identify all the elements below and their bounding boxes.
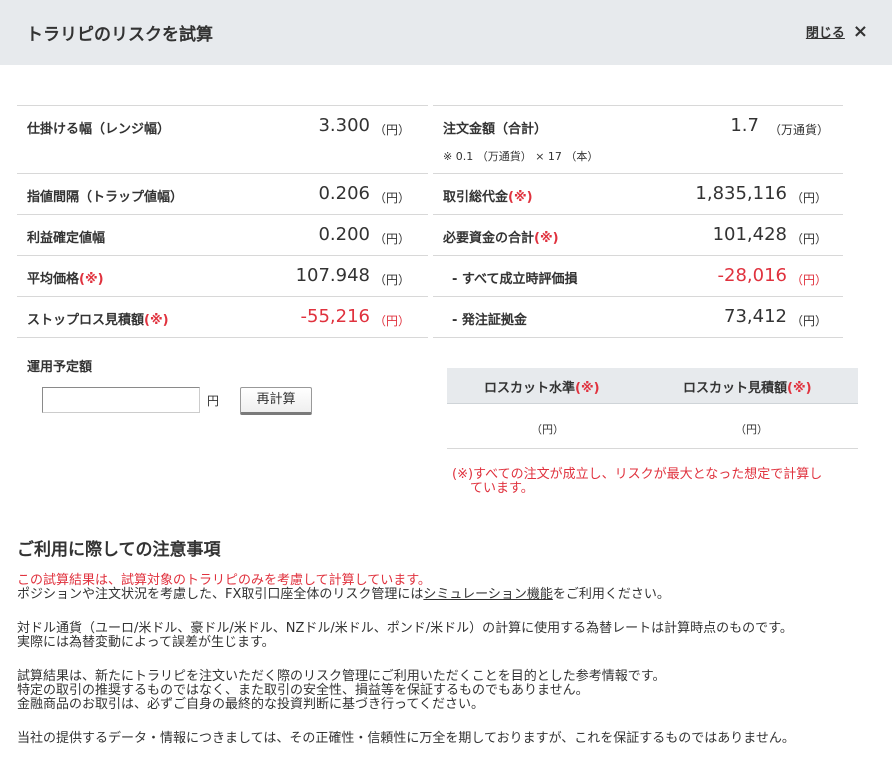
planned-amount-unit: 円 [207,394,220,408]
total-trade-value: 1,835,116 [695,183,787,204]
row-valuation-loss: - すべて成立時評価損 -28,016 （円） [433,256,843,297]
note-mark: (※) [79,272,104,287]
order-amount-unit: （万通貨） [768,123,829,137]
profit-width-value: 0.200 [318,224,370,245]
profit-width-label: 利益確定値幅 [27,231,106,246]
note-mark: (※) [144,313,169,328]
close-label[interactable]: 閉じる [806,22,845,41]
row-range-width: 仕掛ける幅（レンジ幅） 3.300 （円） [17,106,428,174]
note-mark: (※) [787,381,812,396]
average-price-text: 平均価格 [27,272,80,287]
row-profit-width: 利益確定値幅 0.200 （円） [17,215,428,256]
required-funds-unit: （円） [790,232,827,246]
row-order-margin: - 発注証拠金 73,412 （円） [433,297,843,338]
notes-p3-line1: 試算結果は、新たにトラリピを注文いただく際のリスク管理にご利用いただくことを目的… [17,669,666,684]
stop-loss-unit: （円） [373,314,410,328]
notes-p2-line1: 対ドル通貨（ユーロ/米ドル、豪ドル/米ドル、NZドル/米ドル、ポンド/米ドル）の… [17,621,793,636]
notes-title: ご利用に際しての注意事項 [17,540,221,560]
losscut-level-text: ロスカット水準 [484,381,576,396]
stop-loss-label: ストップロス見積額(※) [27,309,169,328]
losscut-table: ロスカット水準(※) ロスカット見積額(※) （円） （円） [447,368,858,449]
order-margin-value: 73,412 [724,306,787,327]
risk-footnote: (※)すべての注文が成立し、リスクが最大となった想定で計算し ています。 [452,468,862,496]
order-margin-unit: （円） [790,314,827,328]
row-trap-width: 指値間隔（トラップ値幅） 0.206 （円） [17,174,428,215]
average-price-label: 平均価格(※) [27,268,104,287]
right-summary-table: 注文金額（合計） 1.7 （万通貨） ※ 0.1 （万通貨） × 17 （本） … [433,105,843,338]
losscut-estimate-unit: （円） [735,423,768,436]
stop-loss-text: ストップロス見積額 [27,313,145,328]
simulation-link[interactable]: シミュレーション機能 [423,587,552,602]
losscut-estimate-header: ロスカット見積額(※) [683,377,812,396]
stop-loss-value: -55,216 [300,306,370,327]
row-stop-loss: ストップロス見積額(※) -55,216 （円） [17,297,428,338]
total-trade-unit: （円） [790,191,827,205]
notes-warning: この試算結果は、試算対象のトラリピのみを考慮して計算しています。 [17,573,431,588]
required-funds-text: 必要資金の合計 [443,231,535,246]
losscut-level-header: ロスカット水準(※) [484,377,600,396]
losscut-estimate-text: ロスカット見積額 [683,381,788,396]
planned-amount-label: 運用予定額 [27,360,93,375]
note-mark: (※) [575,381,600,396]
range-width-value: 3.300 [318,115,370,136]
order-margin-label: - 発注証拠金 [452,313,527,328]
range-width-label: 仕掛ける幅（レンジ幅） [27,122,171,137]
note-mark: (※) [534,231,559,246]
row-required-funds: 必要資金の合計(※) 101,428 （円） [433,215,843,256]
losscut-level-unit: （円） [531,423,564,436]
row-total-trade: 取引総代金(※) 1,835,116 （円） [433,174,843,215]
dialog-title: トラリピのリスクを試算 [26,25,213,45]
profit-width-unit: （円） [373,232,410,246]
range-width-unit: （円） [373,123,410,137]
order-amount-value: 1.7 [730,115,759,136]
left-summary-table: 仕掛ける幅（レンジ幅） 3.300 （円） 指値間隔（トラップ値幅） 0.206… [17,105,428,338]
average-price-unit: （円） [373,273,410,287]
trap-width-unit: （円） [373,191,410,205]
losscut-value-row: （円） （円） [447,404,858,449]
notes-p3-line2: 特定の取引の推奨するものではなく、また取引の安全性、損益等を保証するものでもあり… [17,683,589,698]
valuation-loss-label: - すべて成立時評価損 [452,272,578,287]
row-order-amount: 注文金額（合計） 1.7 （万通貨） ※ 0.1 （万通貨） × 17 （本） [433,106,843,174]
planned-amount-input[interactable] [42,387,200,413]
notes-p1-before: ポジションや注文状況を考慮した、FX取引口座全体のリスク管理には [17,587,424,602]
close-button[interactable]: 閉じる × [806,22,868,41]
recalculate-button[interactable]: 再計算 [240,387,312,415]
notes-body: この試算結果は、試算対象のトラリピのみを考慮して計算しています。 ポジションや注… [17,574,887,766]
required-funds-value: 101,428 [712,224,787,245]
losscut-header-row: ロスカット水準(※) ロスカット見積額(※) [447,368,858,404]
risk-footnote-line2: ています。 [470,481,534,496]
notes-p1-after: をご利用ください。 [552,587,670,602]
total-trade-text: 取引総代金 [443,190,509,205]
order-amount-label: 注文金額（合計） [443,122,548,137]
close-icon[interactable]: × [853,22,868,41]
trap-width-value: 0.206 [318,183,370,204]
notes-p3-line3: 金融商品のお取引は、必ずご自身の最終的な投資判断に基づき行ってください。 [17,697,484,712]
average-price-value: 107.948 [295,265,370,286]
valuation-loss-unit: （円） [790,273,827,287]
risk-footnote-line1: (※)すべての注文が成立し、リスクが最大となった想定で計算し [452,467,823,482]
order-amount-breakdown: ※ 0.1 （万通貨） × 17 （本） [443,150,599,163]
dialog-header: トラリピのリスクを試算 閉じる × [0,0,892,65]
trap-width-label: 指値間隔（トラップ値幅） [27,190,184,205]
note-mark: (※) [508,190,533,205]
valuation-loss-value: -28,016 [717,265,787,286]
required-funds-label: 必要資金の合計(※) [443,227,559,246]
notes-p4-line1: 当社の提供するデータ・情報につきましては、その正確性・信頼性に万全を期しておりま… [17,731,795,746]
total-trade-label: 取引総代金(※) [443,186,533,205]
notes-p2-line2: 実際には為替変動によって誤差が生じます。 [17,635,275,650]
row-average-price: 平均価格(※) 107.948 （円） [17,256,428,297]
